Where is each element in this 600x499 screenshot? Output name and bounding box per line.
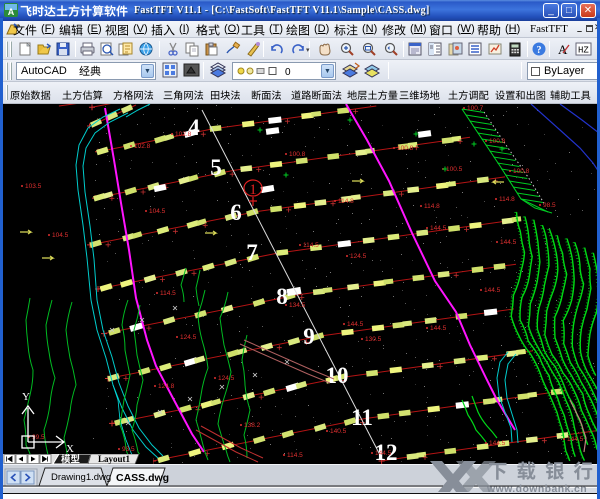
svg-text:0: 0 <box>285 67 291 78</box>
svg-text:144.5: 144.5 <box>489 440 506 447</box>
svg-text:?: ? <box>537 45 542 56</box>
svg-text:Drawing1.dwg: Drawing1.dwg <box>51 472 111 483</box>
svg-text:144.5: 144.5 <box>375 450 392 457</box>
svg-text:A: A <box>558 42 568 57</box>
svg-text:124.5: 124.5 <box>350 253 367 260</box>
svg-text:100.8: 100.8 <box>513 168 530 175</box>
svg-text:144.5: 144.5 <box>484 287 501 294</box>
svg-text:114.5: 114.5 <box>160 290 176 297</box>
svg-text:104.5: 104.5 <box>52 232 69 239</box>
svg-text:104.5: 104.5 <box>149 208 166 215</box>
svg-text:Layout1: Layout1 <box>98 454 131 464</box>
svg-text:5: 5 <box>210 155 222 180</box>
svg-text:9: 9 <box>303 324 315 349</box>
svg-text:10: 10 <box>326 363 349 388</box>
svg-text:114.5: 114.5 <box>287 452 303 459</box>
svg-text:98.5: 98.5 <box>543 202 556 209</box>
svg-text:144.5: 144.5 <box>500 239 517 246</box>
svg-text:CASS.dwg: CASS.dwg <box>116 472 169 484</box>
svg-text:1: 1 <box>249 182 257 198</box>
svg-text:100.8: 100.8 <box>289 151 306 158</box>
svg-text:130.5: 130.5 <box>365 336 382 343</box>
svg-text:7: 7 <box>246 240 258 265</box>
svg-text:6: 6 <box>230 200 242 225</box>
svg-text:138.2: 138.2 <box>244 422 261 429</box>
svg-text:www.downbank.cn: www.downbank.cn <box>486 483 587 495</box>
svg-text:Y: Y <box>22 391 30 403</box>
svg-text:144.5: 144.5 <box>430 325 447 332</box>
svg-text:100.8: 100.8 <box>397 145 414 152</box>
svg-text:124.8: 124.8 <box>158 383 175 390</box>
svg-text:124.5: 124.5 <box>218 375 235 382</box>
svg-text:100.8: 100.8 <box>489 138 506 145</box>
svg-text:144.5: 144.5 <box>347 321 364 328</box>
svg-text:140.5: 140.5 <box>330 428 347 435</box>
svg-text:144.5: 144.5 <box>567 436 584 443</box>
svg-text:102.8: 102.8 <box>134 143 151 150</box>
svg-text:HZ: HZ <box>578 46 589 56</box>
svg-text:114.5: 114.5 <box>303 242 319 249</box>
svg-text:102.8: 102.8 <box>175 131 192 138</box>
svg-text:144.5: 144.5 <box>430 225 447 232</box>
svg-text:114.8: 114.8 <box>499 196 515 203</box>
svg-text:93.5: 93.5 <box>122 446 135 453</box>
svg-text:114.8: 114.8 <box>338 198 354 205</box>
svg-text:100.7: 100.7 <box>467 105 484 112</box>
svg-text:A: A <box>8 7 15 17</box>
svg-text:114.8: 114.8 <box>424 203 440 210</box>
svg-text:11: 11 <box>351 405 373 430</box>
svg-text:124.5: 124.5 <box>180 334 197 341</box>
svg-text:134.5: 134.5 <box>289 302 306 309</box>
svg-text:103.5: 103.5 <box>25 183 42 190</box>
svg-text:100.5: 100.5 <box>446 166 463 173</box>
